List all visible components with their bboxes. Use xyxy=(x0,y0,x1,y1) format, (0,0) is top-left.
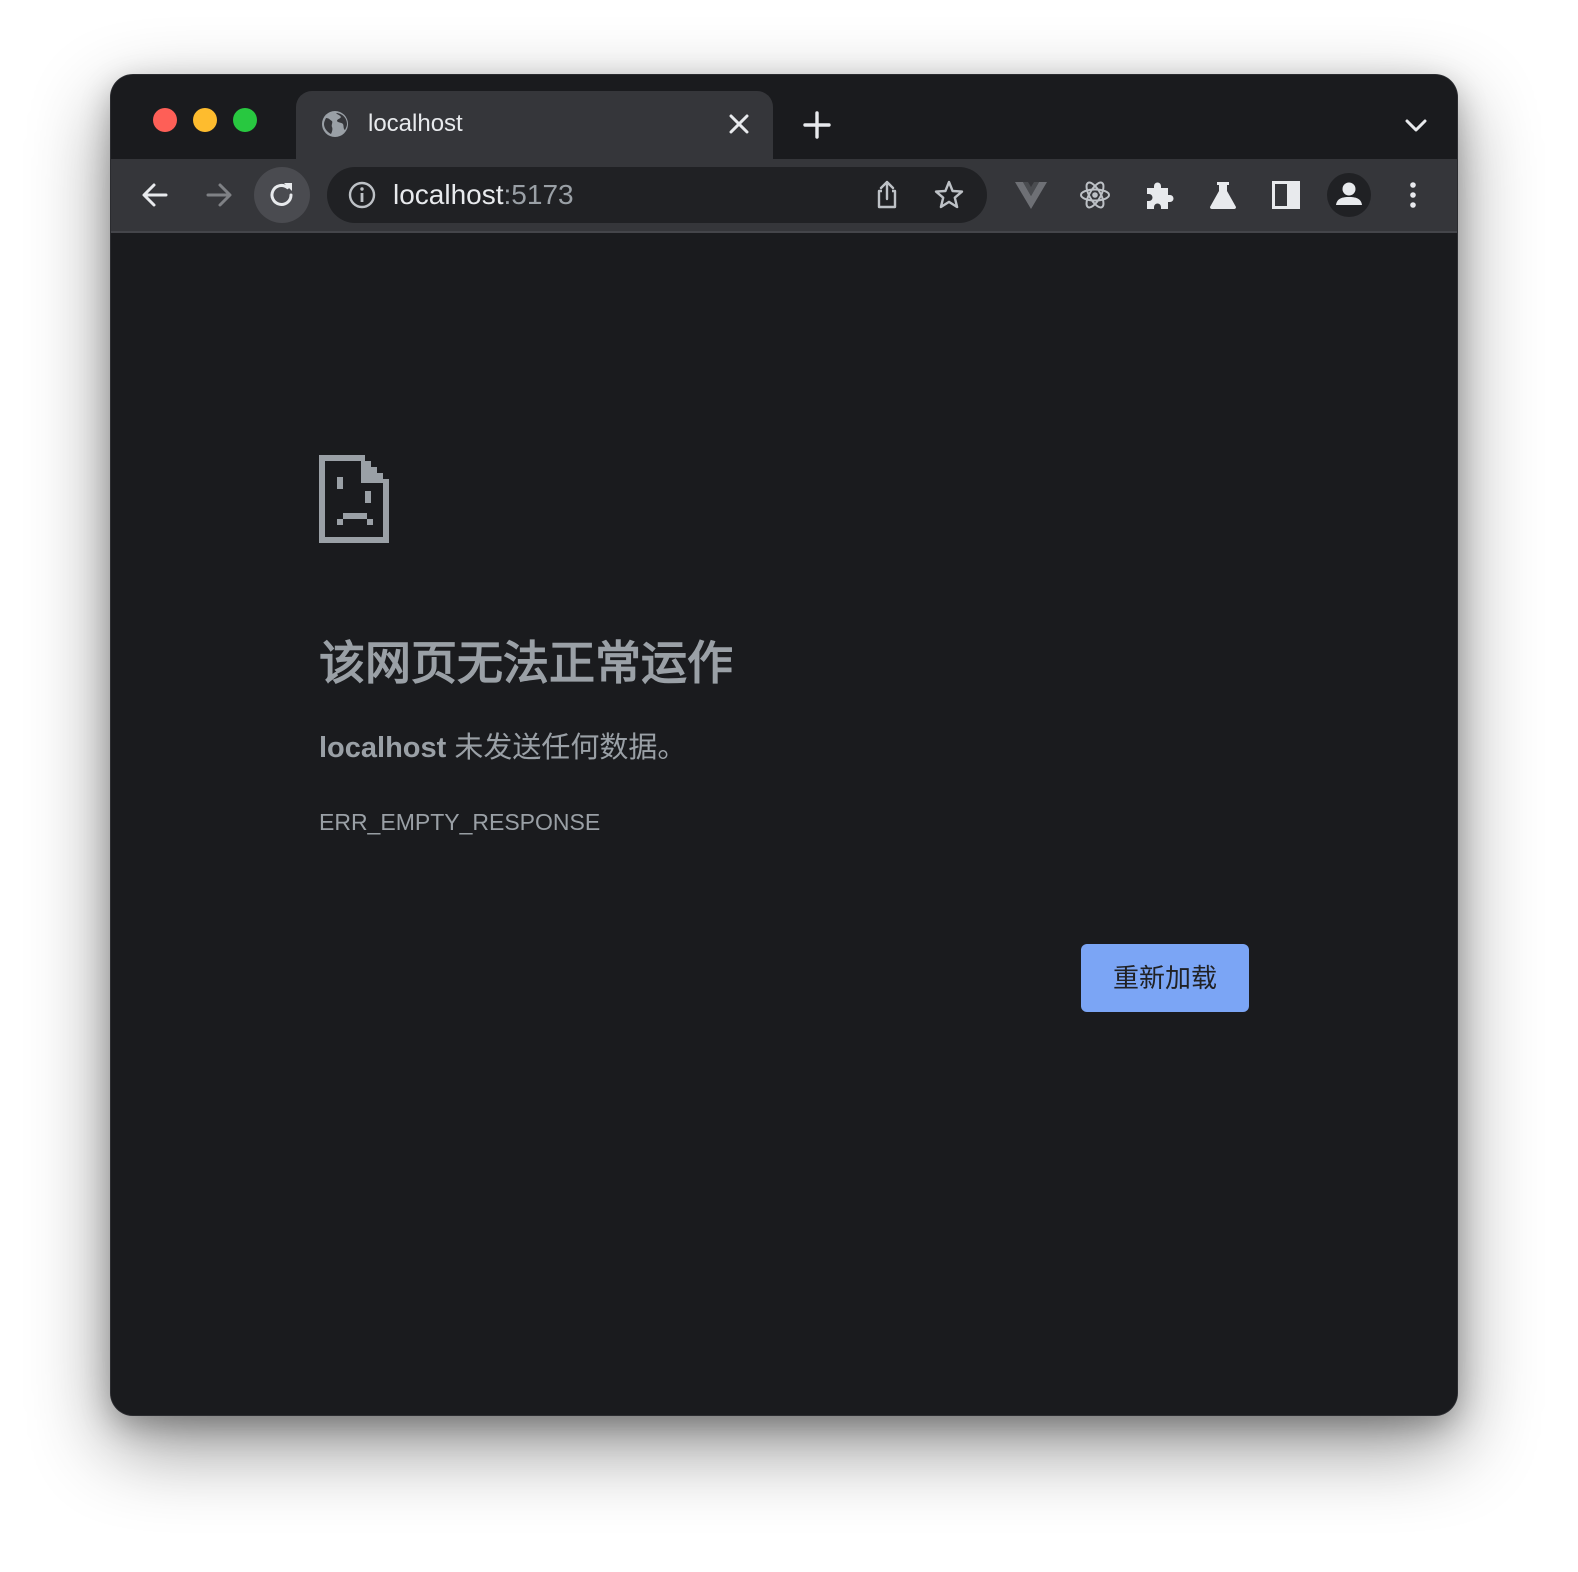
toolbar: localhost:5173 xyxy=(111,159,1457,233)
extensions-button[interactable] xyxy=(1137,173,1181,217)
profile-avatar-icon xyxy=(1327,173,1371,217)
zoom-window-button[interactable] xyxy=(233,108,257,132)
react-devtools-extension[interactable] xyxy=(1073,173,1117,217)
side-panel-button[interactable] xyxy=(1264,173,1308,217)
side-panel-icon xyxy=(1272,181,1300,209)
minimize-window-button[interactable] xyxy=(193,108,217,132)
more-menu-icon xyxy=(1410,182,1416,208)
arrow-left-icon xyxy=(142,183,168,207)
back-button[interactable] xyxy=(133,173,177,217)
close-window-button[interactable] xyxy=(153,108,177,132)
tab-strip: localhost xyxy=(111,75,1457,159)
error-heading: 该网页无法正常运作 xyxy=(319,637,733,689)
close-icon[interactable] xyxy=(726,111,752,137)
profile-button[interactable] xyxy=(1327,173,1371,217)
url-text[interactable]: localhost:5173 xyxy=(393,180,574,210)
tab-title: localhost xyxy=(368,110,463,137)
page-content: 该网页无法正常运作 localhost 未发送任何数据。 ERR_EMPTY_R… xyxy=(111,233,1457,1415)
forward-button[interactable] xyxy=(197,173,241,217)
labs-button[interactable] xyxy=(1201,173,1245,217)
reload-button[interactable] xyxy=(254,167,310,223)
info-icon[interactable] xyxy=(347,180,377,210)
url-host: localhost xyxy=(393,179,504,210)
error-detail: localhost 未发送任何数据。 xyxy=(319,729,686,767)
reload-page-button[interactable]: 重新加载 xyxy=(1081,944,1249,1012)
extensions-puzzle-icon xyxy=(1147,182,1174,209)
chevron-down-icon[interactable] xyxy=(1403,113,1429,139)
vue-devtools-icon xyxy=(1015,182,1047,209)
labs-flask-icon xyxy=(1210,182,1236,209)
tab-localhost[interactable]: localhost xyxy=(296,91,773,159)
globe-icon xyxy=(322,111,348,137)
share-icon[interactable] xyxy=(871,179,903,211)
more-menu-button[interactable] xyxy=(1391,173,1435,217)
browser-window: localhost localhost:5173 该网页无法正常运作 local… xyxy=(111,75,1457,1415)
error-detail-host: localhost xyxy=(319,732,447,764)
sad-page-icon xyxy=(319,455,389,543)
star-icon[interactable] xyxy=(933,179,965,211)
omnibox[interactable]: localhost:5173 xyxy=(327,167,987,223)
plus-icon[interactable] xyxy=(801,109,833,141)
error-detail-text: 未发送任何数据。 xyxy=(446,732,687,764)
url-port: :5173 xyxy=(503,179,574,210)
error-code: ERR_EMPTY_RESPONSE xyxy=(319,809,601,835)
react-devtools-icon xyxy=(1080,181,1110,209)
reload-icon xyxy=(270,183,293,206)
arrow-right-icon xyxy=(206,183,232,207)
vue-devtools-extension[interactable] xyxy=(1009,173,1053,217)
